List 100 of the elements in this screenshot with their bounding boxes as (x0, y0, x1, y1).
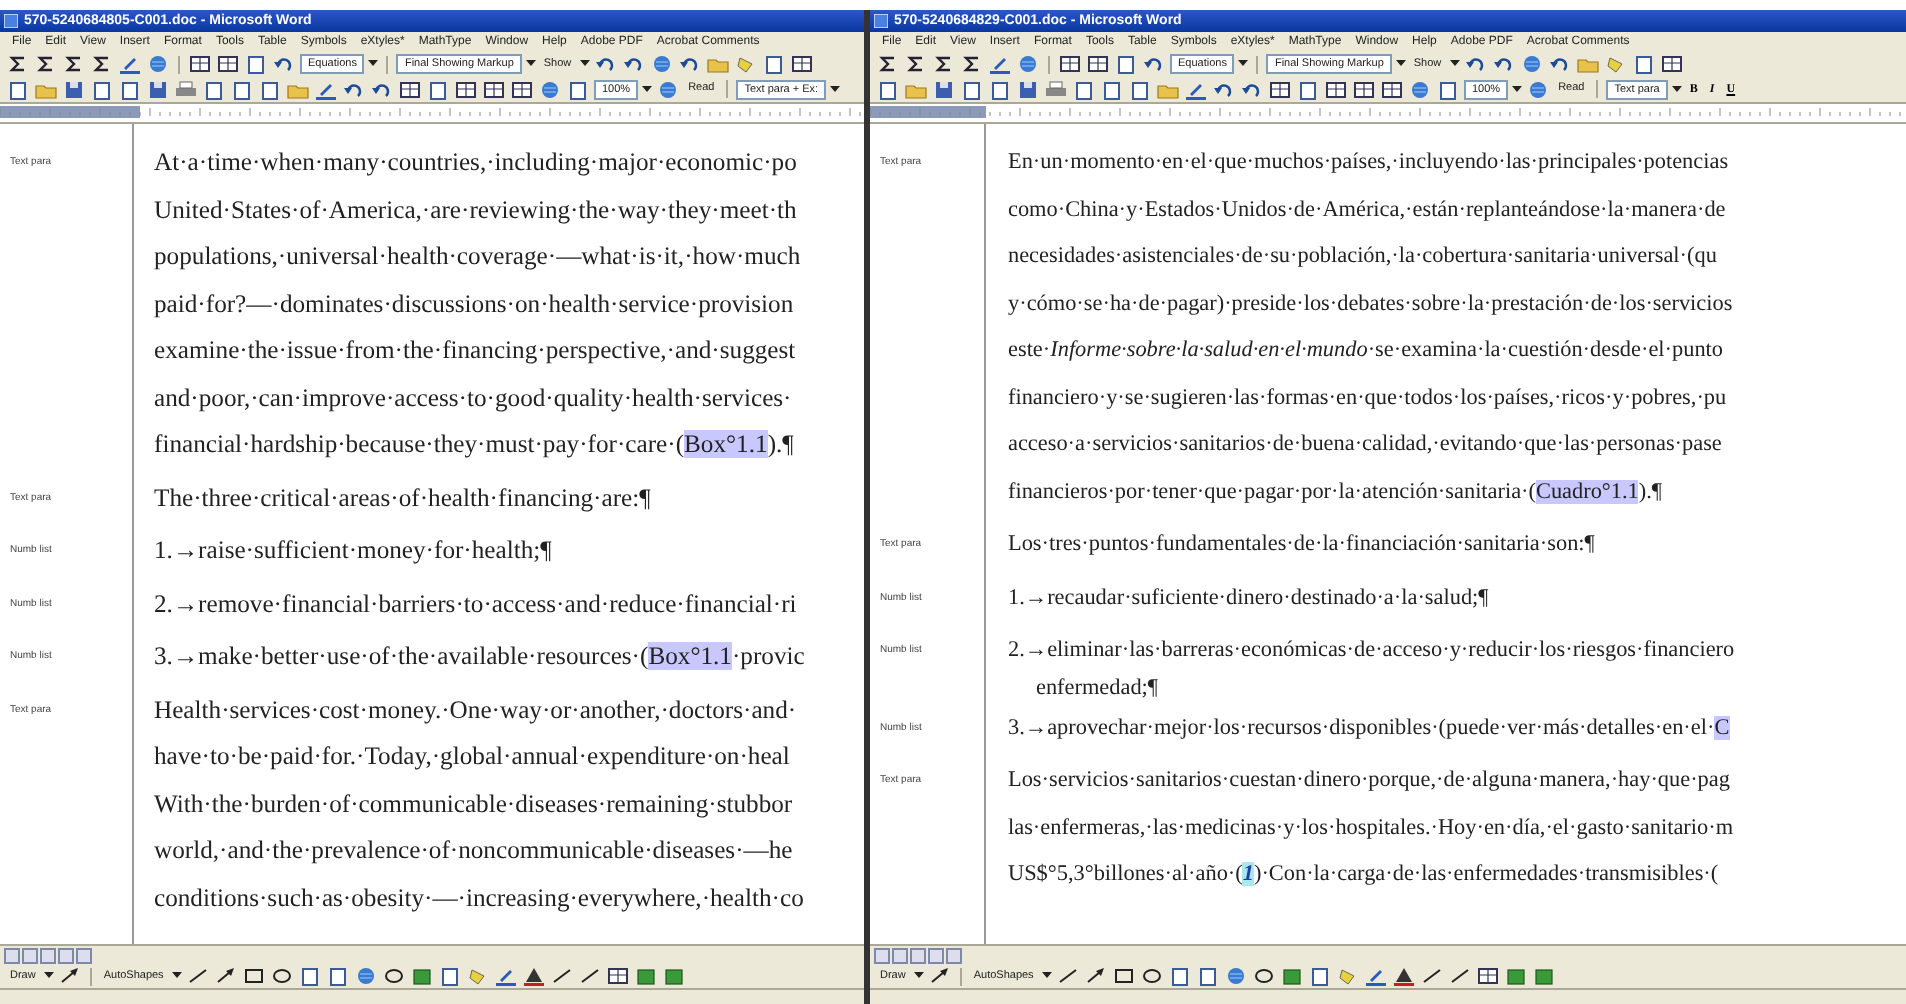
page-icon[interactable] (1631, 54, 1656, 74)
sigma-icon[interactable] (34, 54, 58, 74)
undo-icon[interactable] (1142, 54, 1166, 74)
page-icon[interactable] (1114, 54, 1138, 74)
table-icon[interactable] (510, 79, 534, 99)
triangle-icon[interactable] (1391, 966, 1416, 986)
sigma-icon[interactable] (6, 54, 30, 74)
table-icon[interactable] (482, 79, 506, 99)
pen-icon[interactable] (493, 966, 518, 986)
sigma-icon[interactable] (90, 54, 114, 74)
globe-icon[interactable] (538, 79, 562, 99)
caret-icon[interactable] (642, 85, 653, 93)
table-icon[interactable] (1324, 79, 1348, 99)
page-icon[interactable] (960, 79, 984, 99)
caret-icon[interactable] (1041, 972, 1052, 980)
caret-icon[interactable] (368, 60, 379, 68)
page-icon[interactable] (1100, 79, 1124, 99)
undo-icon[interactable] (342, 79, 366, 99)
undo-icon[interactable] (1463, 54, 1488, 74)
sigma-icon[interactable] (960, 54, 984, 74)
page-icon[interactable] (202, 79, 226, 99)
line-icon[interactable] (1055, 966, 1080, 986)
page-icon[interactable] (1436, 79, 1460, 99)
line-icon[interactable] (577, 966, 602, 986)
page-icon[interactable] (437, 966, 462, 986)
rectangle-icon[interactable] (241, 966, 266, 986)
table-icon[interactable] (1086, 54, 1110, 74)
table-icon[interactable] (605, 966, 630, 986)
table-icon[interactable] (188, 54, 212, 74)
table-icon[interactable] (216, 54, 240, 74)
page-icon[interactable] (876, 79, 900, 99)
caret-icon[interactable] (43, 972, 54, 980)
page-icon[interactable] (297, 966, 322, 986)
arrow-icon[interactable] (927, 966, 952, 986)
table-icon[interactable] (1058, 54, 1082, 74)
caret-icon[interactable] (830, 85, 841, 93)
caret-icon[interactable] (1395, 60, 1406, 68)
undo-icon[interactable] (1240, 79, 1264, 99)
caret-icon[interactable] (1512, 85, 1523, 93)
page-icon[interactable] (325, 966, 350, 986)
caret-icon[interactable] (579, 60, 590, 68)
globe-icon[interactable] (656, 79, 681, 99)
oval-icon[interactable] (381, 966, 406, 986)
sigma-icon[interactable] (876, 54, 900, 74)
page-icon[interactable] (1167, 966, 1192, 986)
page-icon[interactable] (244, 54, 268, 74)
page-icon[interactable] (1195, 966, 1220, 986)
sigma-icon[interactable] (904, 54, 928, 74)
caret-icon[interactable] (525, 60, 536, 68)
undo-icon[interactable] (1212, 79, 1236, 99)
page-icon[interactable] (1072, 79, 1096, 99)
caret-icon[interactable] (1238, 60, 1249, 68)
pen-icon[interactable] (1184, 79, 1208, 99)
printer-icon[interactable] (1044, 79, 1068, 99)
table-icon[interactable] (1475, 966, 1500, 986)
line-icon[interactable] (1447, 966, 1472, 986)
page-icon[interactable] (426, 79, 450, 99)
undo-icon[interactable] (593, 54, 618, 74)
page-icon[interactable] (230, 79, 254, 99)
pen-icon[interactable] (314, 79, 338, 99)
globe-icon[interactable] (353, 966, 378, 986)
line-icon[interactable] (1419, 966, 1444, 986)
page-icon[interactable] (1307, 966, 1332, 986)
caret-icon[interactable] (171, 972, 182, 980)
globe-icon[interactable] (1223, 966, 1248, 986)
globe-icon[interactable] (649, 54, 674, 74)
oval-icon[interactable] (1139, 966, 1164, 986)
table-icon[interactable] (1659, 54, 1684, 74)
oval-icon[interactable] (1251, 966, 1276, 986)
printer-icon[interactable] (174, 79, 198, 99)
page-icon[interactable] (1128, 79, 1152, 99)
table-icon[interactable] (1380, 79, 1404, 99)
pen-icon[interactable] (1363, 966, 1388, 986)
oval-icon[interactable] (269, 966, 294, 986)
line-icon[interactable] (185, 966, 210, 986)
undo-icon[interactable] (621, 54, 646, 74)
line-icon[interactable] (549, 966, 574, 986)
globe-icon[interactable] (1519, 54, 1544, 74)
undo-icon[interactable] (1547, 54, 1572, 74)
undo-icon[interactable] (1491, 54, 1516, 74)
page-icon[interactable] (566, 79, 590, 99)
globe-icon[interactable] (1016, 54, 1040, 74)
table-icon[interactable] (1352, 79, 1376, 99)
table-icon[interactable] (398, 79, 422, 99)
sigma-icon[interactable] (62, 54, 86, 74)
globe-icon[interactable] (146, 54, 170, 74)
page-icon[interactable] (1296, 79, 1320, 99)
page-icon[interactable] (988, 79, 1012, 99)
page-icon[interactable] (118, 79, 142, 99)
pen-icon[interactable] (988, 54, 1012, 74)
arrow-icon[interactable] (57, 966, 82, 986)
table-icon[interactable] (789, 54, 814, 74)
table-icon[interactable] (454, 79, 478, 99)
globe-icon[interactable] (1526, 79, 1551, 99)
page-icon[interactable] (761, 54, 786, 74)
caret-icon[interactable] (1671, 85, 1682, 93)
sigma-icon[interactable] (932, 54, 956, 74)
pen-icon[interactable] (118, 54, 142, 74)
page-icon[interactable] (6, 79, 30, 99)
page-icon[interactable] (90, 79, 114, 99)
